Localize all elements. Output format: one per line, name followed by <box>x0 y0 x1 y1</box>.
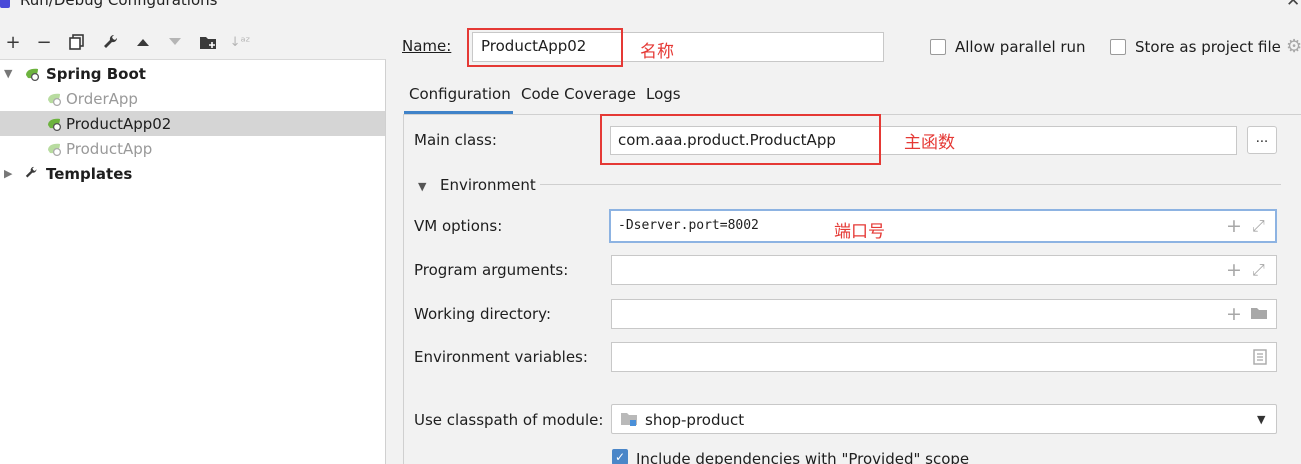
include-dependencies-label: Include dependencies with "Provided" sco… <box>636 450 970 464</box>
tree-group-label: Templates <box>46 164 133 183</box>
browse-button[interactable]: ... <box>1247 126 1277 154</box>
add-icon[interactable]: + <box>1226 303 1242 325</box>
program-arguments-input[interactable] <box>611 255 1277 285</box>
sort-icon: ↓ᵃᶻ <box>229 34 251 50</box>
wrench-icon[interactable] <box>100 31 122 53</box>
move-up-icon[interactable] <box>132 31 154 53</box>
document-icon[interactable] <box>1253 349 1267 369</box>
annotation-name: 名称 <box>640 42 674 62</box>
tree-item-productapp02[interactable]: ProductApp02 <box>0 111 385 136</box>
window-title: Run/Debug Configurations <box>20 0 218 9</box>
tree-group-templates[interactable]: ▶ Templates <box>0 161 385 186</box>
expand-icon[interactable]: ⤢ <box>1252 216 1265 236</box>
folder-add-icon[interactable] <box>197 31 219 53</box>
add-icon[interactable]: + <box>1226 259 1242 281</box>
classpath-module-value: shop-product <box>645 411 745 429</box>
configuration-tree: ▼ Spring Boot OrderApp ProductApp02 Prod… <box>0 59 386 464</box>
vm-options-label: VM options: <box>414 217 503 235</box>
include-dependencies-checkbox[interactable]: ✓ <box>612 449 628 464</box>
tree-item-orderapp[interactable]: OrderApp <box>0 86 385 111</box>
working-directory-label: Working directory: <box>414 305 552 323</box>
environment-variables-label: Environment variables: <box>414 348 588 366</box>
tab-logs[interactable]: Logs <box>646 85 681 103</box>
folder-icon[interactable] <box>1250 306 1268 324</box>
wrench-icon <box>25 166 37 178</box>
tab-code-coverage[interactable]: Code Coverage <box>521 85 636 103</box>
expand-icon[interactable]: ⤢ <box>1252 260 1265 280</box>
collapse-arrow-icon[interactable]: ▶ <box>4 167 12 180</box>
environment-label: Environment <box>440 176 536 194</box>
allow-parallel-label: Allow parallel run <box>955 38 1086 56</box>
dropdown-arrow-icon[interactable]: ▼ <box>1257 413 1265 426</box>
spring-boot-icon <box>48 93 62 106</box>
tree-item-label: ProductApp <box>66 139 153 158</box>
spring-boot-icon <box>48 143 62 156</box>
expand-arrow-icon[interactable]: ▼ <box>4 67 12 80</box>
environment-variables-input[interactable] <box>611 342 1277 372</box>
working-directory-input[interactable] <box>611 299 1277 329</box>
add-icon[interactable]: + <box>1226 215 1242 237</box>
gear-icon[interactable]: ⚙ <box>1286 36 1301 57</box>
allow-parallel-checkbox[interactable] <box>930 39 946 55</box>
name-label: Name: <box>402 37 452 55</box>
tree-item-label: ProductApp02 <box>66 114 172 133</box>
spring-boot-icon <box>26 68 40 81</box>
module-icon <box>620 411 638 431</box>
tree-item-label: OrderApp <box>66 89 138 108</box>
title-bar: Run/Debug Configurations ✕ <box>0 0 1301 14</box>
classpath-module-label: Use classpath of module: <box>414 411 604 429</box>
annotation-main: 主函数 <box>904 133 955 153</box>
remove-icon[interactable]: − <box>33 31 55 53</box>
environment-collapse-icon[interactable]: ▼ <box>418 180 426 193</box>
move-down-icon <box>164 31 186 53</box>
annotation-box-main <box>600 114 881 165</box>
annotation-port: 端口号 <box>834 222 885 242</box>
add-icon[interactable]: + <box>2 31 24 53</box>
app-icon <box>0 0 10 8</box>
main-class-label: Main class: <box>414 131 497 149</box>
program-arguments-label: Program arguments: <box>414 261 569 279</box>
vm-options-value: -Dserver.port=8002 <box>618 218 759 233</box>
tree-item-productapp[interactable]: ProductApp <box>0 136 385 161</box>
spring-boot-icon <box>48 118 62 131</box>
close-icon[interactable]: ✕ <box>1286 0 1300 11</box>
tree-group-spring-boot[interactable]: ▼ Spring Boot <box>0 61 385 86</box>
tree-group-label: Spring Boot <box>46 64 146 83</box>
copy-icon[interactable] <box>66 31 88 53</box>
section-divider <box>540 184 1281 185</box>
tab-configuration[interactable]: Configuration <box>409 85 511 103</box>
store-project-label: Store as project file <box>1135 38 1281 56</box>
annotation-box-name <box>467 28 623 67</box>
store-project-checkbox[interactable] <box>1110 39 1126 55</box>
